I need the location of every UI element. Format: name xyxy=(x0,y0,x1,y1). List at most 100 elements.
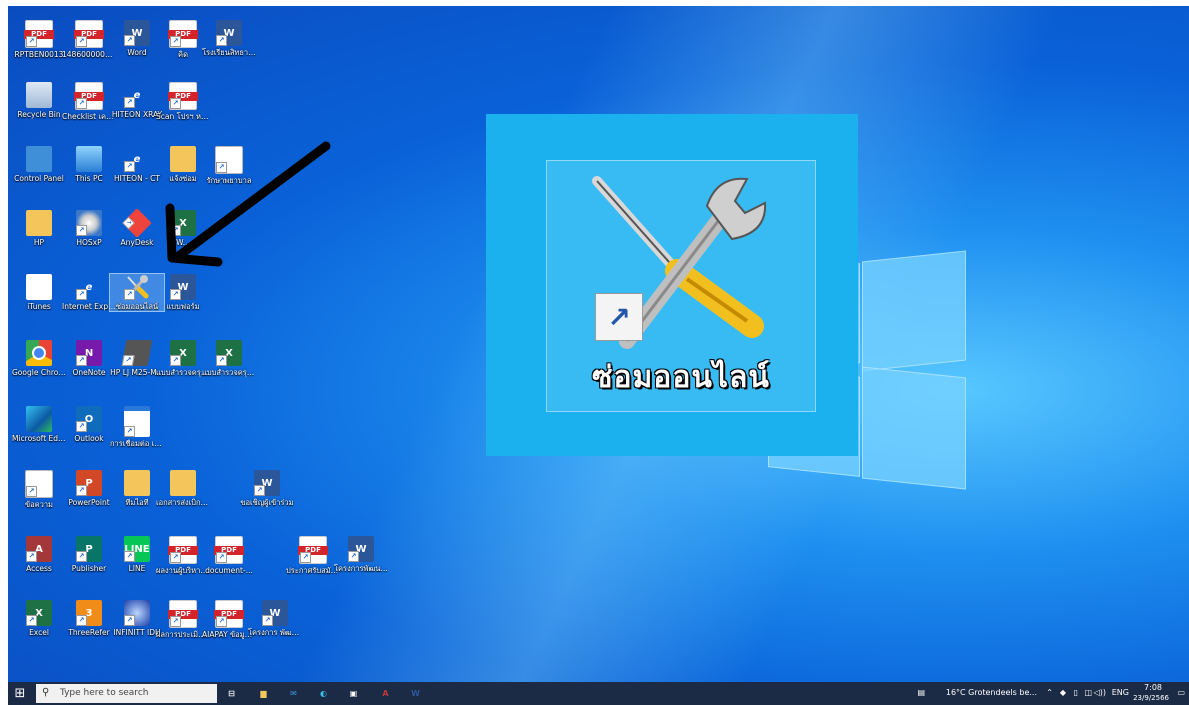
desktop-icon-label: 14860000000... xyxy=(62,50,116,59)
tools-icon xyxy=(592,176,767,349)
desktop-icon[interactable]: ♫ iTunes xyxy=(12,274,66,311)
ie-icon: e ↗ xyxy=(76,274,102,300)
desktop-icon[interactable]: Microsoft Edge xyxy=(12,406,66,443)
desktop-icon[interactable]: W↗ โรงเรียนสิทธา ศึกษาฯ ฯ.ม. xyxy=(202,20,256,57)
excel-icon: X ↗ xyxy=(170,340,196,366)
desktop-icon[interactable]: 3 ↗ ThreeRefer xyxy=(62,600,116,637)
shortcut-arrow-icon: ↗ xyxy=(26,551,37,562)
desktop-icon[interactable]: ↗ HOSxP xyxy=(62,210,116,247)
shortcut-arrow-icon: ↗ xyxy=(124,97,135,108)
shortcut-arrow-icon: ↗ xyxy=(300,552,311,563)
desktop-icon[interactable]: W ↗ แบบฟอร์ม xyxy=(156,274,210,311)
shortcut-arrow-icon: ↗ xyxy=(124,289,135,300)
desktop[interactable]: ↗RPTBEN0013↗14860000000...W↗Word↗คิดW↗โร… xyxy=(8,6,1189,705)
shortcut-arrow-icon: ↗ xyxy=(76,551,87,562)
word-icon: W ↗ xyxy=(254,470,280,496)
desktop-icon[interactable]: ↗ 14860000000... xyxy=(62,20,116,59)
clock-time[interactable]: 7:08 xyxy=(1144,683,1162,692)
shortcut-arrow-icon: ↗ xyxy=(216,552,227,563)
desktop-icon[interactable]: O ↗ Outlook xyxy=(62,406,116,443)
ie-icon: e ↗ xyxy=(124,146,150,172)
battery-icon[interactable]: ▯ xyxy=(1074,688,1078,697)
desktop-icon-label: Publisher xyxy=(71,564,107,573)
clock-date[interactable]: 23/9/2566 xyxy=(1133,694,1169,702)
pdf-icon: ↗ xyxy=(24,20,54,48)
desktop-icon[interactable]: ≡ ↗ ข้อความ xyxy=(12,470,66,509)
language-indicator[interactable]: ENG xyxy=(1112,688,1129,697)
search-box[interactable]: ⚲ Type here to search xyxy=(36,684,217,703)
weather-icon[interactable]: ▤ xyxy=(917,688,925,697)
desktop-icon[interactable]: เอกสารส่งเบิก ค่ารักษาพยาบาล xyxy=(156,470,210,507)
volume-icon[interactable]: ◁)) xyxy=(1094,688,1106,697)
shortcut-arrow-icon: ↗ xyxy=(170,289,181,300)
desktop-icon[interactable]: This PC xyxy=(62,146,116,183)
taskbar-store-icon[interactable]: ▣ xyxy=(346,686,361,701)
zoomed-icon[interactable]: ↗ ซ่อมออนไลน์ xyxy=(546,160,816,412)
desktop-icon-label: ขอเชิญผู้เข้าร่วม xyxy=(240,498,294,507)
pc-icon xyxy=(76,146,102,172)
ie-icon: e ↗ xyxy=(124,82,150,108)
desktop-icon[interactable]: W↗ โครงการพัฒนา สมรรถนะบุคลากร xyxy=(334,536,388,573)
shortcut-arrow-icon: ↗ xyxy=(76,36,87,47)
desktop-icon[interactable]: A ↗ Access xyxy=(12,536,66,573)
desktop-icon-label: Google Chrome xyxy=(12,368,66,377)
rdp-icon: ↗ xyxy=(124,406,150,437)
network-icon[interactable]: ◫ xyxy=(1084,688,1092,697)
shortcut-arrow-icon: ↗ xyxy=(254,485,265,496)
desktop-icon[interactable]: W ↗ ขอเชิญผู้เข้าร่วม xyxy=(240,470,294,507)
weather-text[interactable]: 16°C Grotendeels be... xyxy=(946,688,1037,697)
taskbar-word-icon[interactable]: W xyxy=(408,686,423,701)
desktop-icon[interactable]: P ↗ Publisher xyxy=(62,536,116,573)
shortcut-arrow-icon: ↗ xyxy=(124,35,135,46)
taskbar-mail-icon[interactable]: ✉ xyxy=(286,686,301,701)
excel-icon: X ↗ xyxy=(26,600,52,626)
folder-icon xyxy=(26,210,52,236)
desktop-icon[interactable]: HP xyxy=(12,210,66,247)
taskbar-access-icon[interactable]: A xyxy=(378,686,393,701)
desktop-icon-label: RPTBEN0013 xyxy=(14,50,64,59)
itunes-icon: ♫ xyxy=(26,274,52,300)
word-icon: W ↗ xyxy=(216,20,242,46)
desktop-icon[interactable]: X ↗ Excel xyxy=(12,600,66,637)
desktop-icon[interactable]: Control Panel xyxy=(12,146,66,183)
desktop-icon[interactable]: ↗ document-... xyxy=(202,536,256,575)
shortcut-arrow-icon: ↗ xyxy=(124,551,135,562)
security-icon[interactable]: ◆ xyxy=(1060,688,1066,697)
desktop-icon[interactable]: W↗ โครงการ พัฒนาบุคลากร xyxy=(248,600,302,637)
desktop-icon-label: Control Panel xyxy=(14,174,64,183)
chrome-icon xyxy=(26,340,52,366)
desktop-icon[interactable]: N ↗ OneNote xyxy=(62,340,116,377)
taskbar-task-view-icon[interactable]: ⊟ xyxy=(224,686,239,701)
excel-icon: X ↗ xyxy=(216,340,242,366)
word-icon: W ↗ xyxy=(170,274,196,300)
desktop-icon[interactable]: ↗ ประกาศรับสมัคร 5 xyxy=(286,536,340,575)
start-button[interactable]: ⊞ xyxy=(12,686,28,701)
shortcut-arrow-icon: ↗ xyxy=(124,161,135,172)
three-icon: 3 ↗ xyxy=(76,600,102,626)
desktop-icon-label: แบบสำรวจครุภัณฑ์ ประจำปี 66 xyxy=(202,368,256,377)
outlook-icon: O ↗ xyxy=(76,406,102,432)
desktop-icon[interactable]: P ↗ PowerPoint xyxy=(62,470,116,507)
desktop-icon[interactable]: Recycle Bin xyxy=(12,82,66,119)
desktop-icon-label: Checklist เครื่องฯ xyxy=(62,112,116,121)
notifications-icon[interactable]: ▭ xyxy=(1177,688,1185,697)
desktop-icon[interactable]: ↗ Checklist เครื่องฯ xyxy=(62,82,116,121)
shortcut-arrow-icon: ↗ xyxy=(216,35,227,46)
desktop-icon[interactable]: ↗ RPTBEN0013 xyxy=(12,20,66,59)
onenote-icon: N ↗ xyxy=(76,340,102,366)
taskbar-file-explorer-icon[interactable]: ▆ xyxy=(256,686,271,701)
desktop-icon-label: HP xyxy=(33,238,45,247)
tray-chevron-icon[interactable]: ⌃ xyxy=(1046,688,1053,697)
desktop-icon[interactable]: e↗ Internet Explorer xyxy=(62,274,116,311)
desktop-icon[interactable]: X↗ แบบสำรวจครุภัณฑ์ ประจำปี 66 xyxy=(202,340,256,377)
desktop-icon-label: ThreeRefer xyxy=(68,628,110,637)
doc-icon: ≡ ↗ xyxy=(25,470,53,498)
desktop-icon[interactable]: ↗ การเชื่อมต่อ เดสก์ท็อประยะไกล xyxy=(110,406,164,448)
desktop-icon[interactable]: ↗ Scan โปรฯ หนังสือขออนุญาต xyxy=(156,82,210,121)
taskbar-edge-icon[interactable]: ◐ xyxy=(316,686,331,701)
search-icon: ⚲ xyxy=(42,687,50,698)
anydesk-icon: ↗ xyxy=(122,208,152,238)
shortcut-arrow-icon: ↗ xyxy=(76,289,87,300)
folder-icon xyxy=(124,470,150,496)
desktop-icon[interactable]: Google Chrome xyxy=(12,340,66,377)
